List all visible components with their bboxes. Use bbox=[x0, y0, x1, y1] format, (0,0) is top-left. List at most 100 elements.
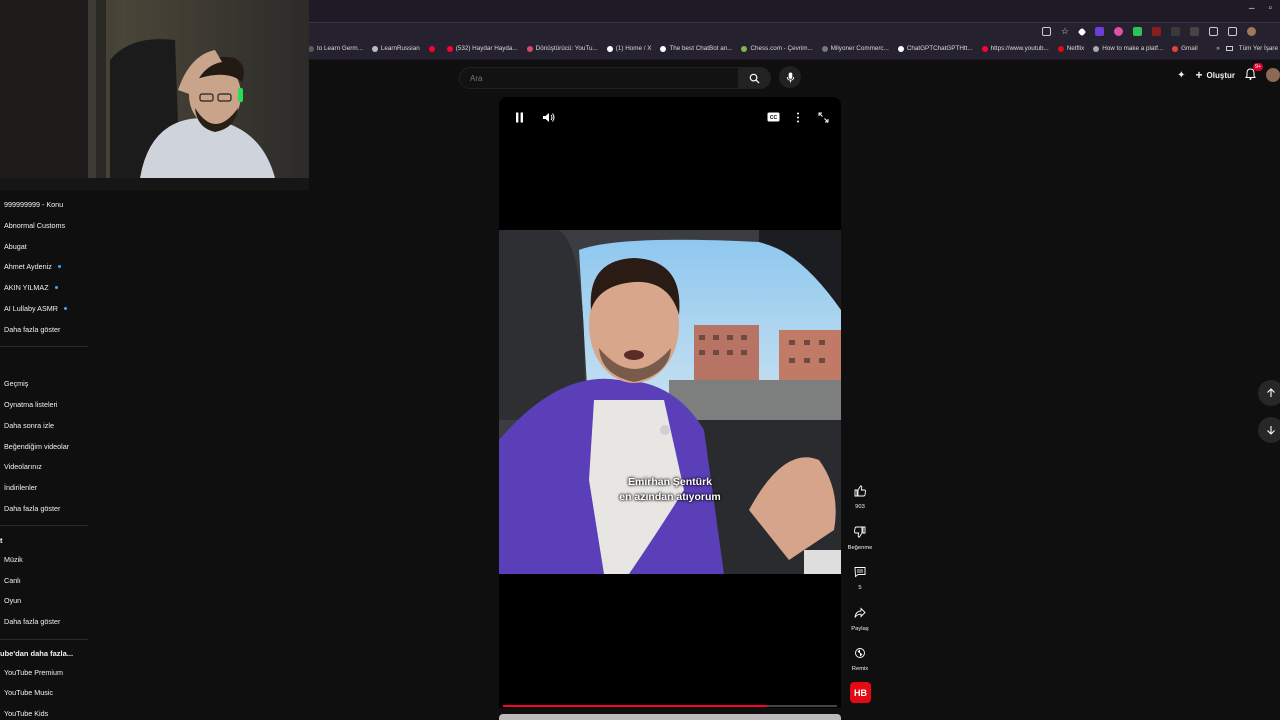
bookmark-favicon-icon bbox=[1172, 45, 1179, 52]
sidebar-explore-item[interactable]: Canlı bbox=[4, 576, 21, 585]
sidebar-you-item[interactable]: Daha sonra izle bbox=[4, 421, 54, 430]
sparkle-icon[interactable]: ✦ bbox=[1177, 70, 1185, 81]
bookmark-item[interactable]: Netflix bbox=[1057, 45, 1084, 52]
bookmark-item[interactable]: ChatGPTChatGPTHtt... bbox=[897, 45, 973, 52]
more-options-button[interactable] bbox=[790, 109, 806, 125]
extension-dark2-icon[interactable] bbox=[1190, 27, 1199, 36]
arrow-up-icon bbox=[1267, 388, 1275, 397]
sidebar-you-item[interactable]: Oynatma listeleri bbox=[4, 400, 58, 409]
plus-icon: + bbox=[1195, 68, 1203, 82]
sidebar-more-item[interactable]: YouTube Kids bbox=[4, 709, 48, 718]
sidebar-explore-more[interactable]: Daha fazla göster bbox=[4, 617, 60, 626]
minimize-icon[interactable]: – bbox=[1249, 3, 1255, 14]
search-button[interactable] bbox=[739, 67, 771, 89]
sidebar-subscription-item[interactable]: Abnormal Customs bbox=[4, 221, 65, 230]
volume-button[interactable] bbox=[540, 109, 556, 125]
all-bookmarks-link[interactable]: Tüm Yer İşare bbox=[1239, 45, 1278, 52]
sidebar-subscriptions-more[interactable]: Daha fazla göster bbox=[4, 325, 60, 334]
thumbs-up-icon bbox=[854, 485, 866, 497]
extension-red-icon[interactable] bbox=[1152, 27, 1161, 36]
create-button[interactable]: + Oluştur bbox=[1195, 68, 1235, 82]
extension-gem-icon[interactable] bbox=[1077, 27, 1087, 36]
bookmark-item[interactable]: https://www.youtub... bbox=[981, 45, 1049, 52]
sidebar-divider bbox=[0, 525, 88, 526]
next-short-button[interactable] bbox=[1258, 417, 1280, 443]
fullscreen-button[interactable] bbox=[815, 109, 831, 125]
sidebar-you-item[interactable]: Videolarınız bbox=[4, 462, 42, 471]
notifications-button[interactable]: 9+ bbox=[1245, 63, 1264, 82]
bookmark-item[interactable]: LearnRussian bbox=[371, 45, 420, 52]
bookmark-label: (1) Home / X bbox=[615, 45, 652, 52]
subscription-label: Abnormal Customs bbox=[4, 220, 66, 230]
dislike-button[interactable]: Beğenme bbox=[848, 522, 872, 551]
video-frame[interactable]: Emirhan Şentürk en azından atıyorum bbox=[499, 230, 841, 574]
sidebar-you-more[interactable]: Daha fazla göster bbox=[4, 504, 60, 513]
share-label: Paylaş bbox=[851, 626, 869, 632]
extensions-puzzle-icon[interactable] bbox=[1209, 27, 1218, 36]
sidebar-subscription-item[interactable]: AI Lullaby ASMR bbox=[4, 304, 67, 313]
sidebar-subscription-item[interactable]: Ahmet Aydeniz bbox=[4, 262, 61, 271]
sidebar-explore-item[interactable]: Oyun bbox=[4, 596, 21, 605]
bookmark-label: Dönüştürücü: YouTu... bbox=[535, 45, 598, 52]
previous-short-button[interactable] bbox=[1258, 380, 1280, 406]
subscription-label: Ahmet Aydeniz bbox=[4, 262, 52, 272]
next-short-preview bbox=[499, 714, 841, 720]
search-input[interactable]: Ara bbox=[459, 67, 739, 89]
new-content-dot-icon bbox=[54, 286, 58, 290]
voice-search-button[interactable] bbox=[779, 66, 801, 88]
sidebar-more-item[interactable]: YouTube Music bbox=[4, 688, 53, 697]
bookmark-label: https://www.youtub... bbox=[990, 45, 1049, 52]
extension-purple-icon[interactable] bbox=[1095, 27, 1104, 36]
bookmark-item[interactable]: How to make a platf... bbox=[1093, 45, 1163, 52]
create-label: Oluştur bbox=[1206, 70, 1235, 80]
avatar[interactable] bbox=[1266, 68, 1280, 82]
share-icon bbox=[854, 607, 866, 618]
sidebar-explore-item[interactable]: Müzik bbox=[4, 555, 23, 564]
profile-icon[interactable] bbox=[1247, 27, 1256, 36]
pause-button[interactable] bbox=[511, 109, 527, 125]
shorts-player[interactable]: CC Emirhan Şentürk en azından atıyorum bbox=[499, 97, 841, 708]
bookmark-item[interactable]: Dönüştürücü: YouTu... bbox=[526, 45, 598, 52]
channel-avatar[interactable]: HB bbox=[850, 682, 871, 703]
captions-button[interactable]: CC bbox=[765, 109, 781, 125]
bookmark-item[interactable]: to Learn Germ... bbox=[308, 45, 363, 52]
bookmark-item[interactable]: The best ChatBot an... bbox=[660, 45, 732, 52]
sidebar-you-item[interactable]: Beğendiğim videolar bbox=[4, 442, 69, 451]
new-content-dot-icon bbox=[57, 265, 61, 269]
microphone-icon bbox=[786, 71, 794, 83]
arrow-down-icon bbox=[1267, 426, 1275, 435]
all-bookmarks-folder-icon bbox=[1225, 46, 1233, 51]
bookmark-item[interactable]: (1) Home / X bbox=[606, 45, 652, 52]
share-button[interactable]: Paylaş bbox=[848, 603, 872, 632]
sidepanel-icon[interactable] bbox=[1228, 27, 1237, 36]
remix-button[interactable]: Remix bbox=[848, 643, 872, 672]
like-button[interactable]: 903 bbox=[848, 481, 872, 510]
progress-bar[interactable] bbox=[503, 705, 837, 707]
extension-green-icon[interactable] bbox=[1133, 27, 1142, 36]
bookmark-label: Gmail bbox=[1181, 45, 1198, 52]
bookmark-item[interactable]: Chess.com - Çevrim... bbox=[741, 45, 813, 52]
bookmark-favicon-icon bbox=[428, 45, 435, 52]
bookmark-item[interactable] bbox=[428, 45, 438, 52]
svg-text:CC: CC bbox=[769, 115, 777, 121]
sidebar-you-item[interactable]: İndirilenler bbox=[4, 483, 37, 492]
bookmark-item[interactable]: Milyoner Commerc... bbox=[821, 45, 889, 52]
sidebar-subscription-item[interactable]: Abugat bbox=[4, 242, 27, 251]
extension-pink-icon[interactable] bbox=[1114, 27, 1123, 36]
restore-icon[interactable]: ▫ bbox=[1268, 3, 1272, 14]
extension-dark-icon[interactable] bbox=[1171, 27, 1180, 36]
sidebar-subscription-item[interactable]: AKIN YILMAZ bbox=[4, 283, 58, 292]
sidebar-you-item[interactable]: Geçmiş bbox=[4, 379, 28, 388]
star-icon[interactable]: ☆ bbox=[1061, 27, 1069, 36]
bookmark-favicon-icon bbox=[371, 45, 378, 52]
comment-icon bbox=[854, 567, 866, 578]
comments-button[interactable]: 5 bbox=[848, 562, 872, 591]
bookmark-item[interactable]: (532) Haydar Hayda... bbox=[446, 45, 518, 52]
bookmarks-overflow[interactable]: » bbox=[1216, 45, 1220, 52]
bookmark-favicon-icon bbox=[897, 45, 904, 52]
bookmark-item[interactable]: Gmail bbox=[1172, 45, 1198, 52]
expand-icon bbox=[818, 112, 828, 122]
sidebar-subscription-item[interactable]: 999999999 - Konu bbox=[4, 200, 63, 209]
cast-icon[interactable] bbox=[1041, 27, 1051, 36]
sidebar-more-item[interactable]: YouTube Premium bbox=[4, 668, 63, 677]
